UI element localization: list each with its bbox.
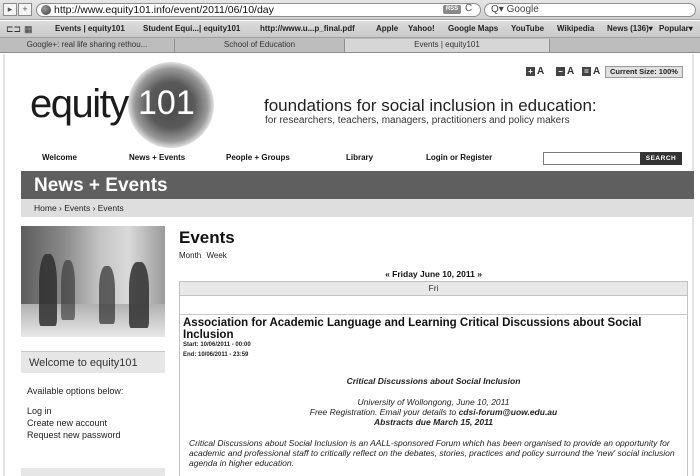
nav-news-events[interactable]: News + Events — [129, 153, 185, 162]
breadcrumb-text[interactable]: Home › Events › Events — [34, 203, 124, 213]
grid-icon[interactable]: ▦ — [24, 24, 33, 35]
tab-events[interactable]: Events | equity101 — [345, 39, 550, 52]
rss-icon[interactable]: RSS — [443, 5, 461, 14]
request-password-link[interactable]: Request new password — [27, 430, 121, 440]
globe-icon — [41, 5, 51, 15]
add-bookmark-icon[interactable]: + — [18, 3, 32, 16]
registration-email-link[interactable]: cdsi-forum@uow.edu.au — [459, 407, 558, 417]
nav-login-register[interactable]: Login or Register — [426, 153, 492, 162]
welcome-title: Welcome to equity101 — [29, 357, 138, 369]
text-larger-button[interactable]: + A — [526, 66, 544, 77]
event-description: Critical Discussions about Social Inclus… — [189, 438, 675, 468]
calendar-view-links: Month Week — [179, 251, 230, 260]
page-title: Events — [179, 228, 235, 247]
options-label: Available options below: — [27, 386, 124, 396]
bookmark-item[interactable]: Popular▾ — [659, 24, 693, 33]
address-text: http://www.equity101.info/event/2011/06/… — [54, 4, 274, 16]
view-month-link[interactable]: Month — [179, 251, 201, 260]
section-banner: News + Events — [21, 171, 694, 199]
bookmark-item[interactable]: News (136)▾ — [607, 24, 653, 33]
bookmark-item[interactable]: YouTube — [511, 24, 544, 33]
tab-school-of-education[interactable]: School of Education — [175, 39, 345, 52]
bookmark-item[interactable]: Apple — [376, 24, 398, 33]
photo-figure — [39, 254, 57, 326]
site-search-button[interactable]: SEARCH — [640, 152, 682, 165]
event-registration: Free Registration. Email your details to… — [179, 407, 688, 417]
welcome-box: Welcome to equity101 — [21, 351, 165, 373]
event-venue: University of Wollongong, June 10, 2011 — [357, 397, 510, 407]
nav-welcome[interactable]: Welcome — [42, 153, 77, 162]
browser-search-input[interactable]: Q▾ Google — [484, 3, 696, 17]
minus-icon: − — [556, 66, 565, 76]
divider — [180, 314, 687, 315]
book-icon[interactable]: ⊏⊐ — [6, 24, 21, 35]
page-border — [3, 54, 5, 476]
nav-library[interactable]: Library — [346, 153, 373, 162]
day-navigation[interactable]: « Friday June 10, 2011 » — [179, 269, 688, 279]
event-start: Start: 10/06/2011 - 00:00 — [183, 342, 251, 348]
bookmark-item[interactable]: Yahoo! — [408, 24, 435, 33]
text-smaller-button[interactable]: − A — [556, 66, 574, 77]
bookmark-item[interactable]: Google Maps — [448, 24, 498, 33]
create-account-link[interactable]: Create new account — [27, 418, 107, 428]
current-size-indicator: Current Size: 100% — [605, 66, 683, 78]
photo-figure — [61, 260, 75, 320]
bookmark-item[interactable]: http://www.u...p_final.pdf — [260, 24, 355, 33]
reset-icon: = — [582, 66, 591, 76]
day-column-header: Fri — [180, 282, 687, 296]
bookmark-item[interactable]: Wikipedia — [557, 24, 594, 33]
event-end: End: 10/06/2011 - 23:59 — [183, 352, 249, 358]
address-bar[interactable]: http://www.equity101.info/event/2011/06/… — [36, 3, 481, 17]
view-week-link[interactable]: Week — [206, 251, 226, 260]
back-icon[interactable]: ▸ — [3, 3, 17, 16]
bookmark-item[interactable]: Student Equi...| equity101 — [143, 24, 240, 33]
login-link[interactable]: Log in — [27, 406, 52, 416]
logo-number[interactable]: 101 — [138, 84, 195, 123]
browser-toolbar: ▸ + http://www.equity101.info/event/2011… — [0, 0, 700, 20]
banner-photo — [21, 226, 165, 337]
bookmarks-bar: ⊏⊐ ▦ Events | equity101 Student Equi...|… — [0, 21, 700, 38]
reload-icon[interactable]: C — [465, 3, 472, 14]
photo-figure — [99, 266, 115, 324]
bookmark-item[interactable]: Events | equity101 — [55, 24, 125, 33]
event-subtitle: Critical Discussions about Social Inclus… — [346, 376, 521, 386]
nav-people-groups[interactable]: People + Groups — [226, 153, 290, 162]
site-search-input[interactable] — [543, 152, 641, 165]
site-subtagline: for researchers, teachers, managers, pra… — [265, 115, 570, 126]
tab-google-plus[interactable]: Google+: real life sharing rethou... — [0, 39, 175, 52]
site-tagline: foundations for social inclusion in educ… — [264, 96, 597, 115]
section-title: News + Events — [34, 175, 168, 196]
registration-text: Free Registration. Email your details to — [309, 407, 459, 417]
text-reset-button[interactable]: = A — [582, 66, 600, 77]
tab-strip: Google+: real life sharing rethou... Sch… — [0, 38, 700, 53]
web-page: equity 101 foundations for social inclus… — [0, 54, 700, 476]
logo-word[interactable]: equity — [30, 82, 129, 127]
page-border — [692, 54, 694, 476]
breadcrumb: Home › Events › Events — [21, 199, 694, 217]
plus-icon: + — [526, 66, 535, 76]
sidebar-block — [21, 468, 165, 476]
photo-figure — [129, 262, 149, 328]
event-abstracts: Abstracts due March 15, 2011 — [374, 417, 493, 427]
event-title[interactable]: Association for Academic Language and Le… — [183, 317, 673, 341]
